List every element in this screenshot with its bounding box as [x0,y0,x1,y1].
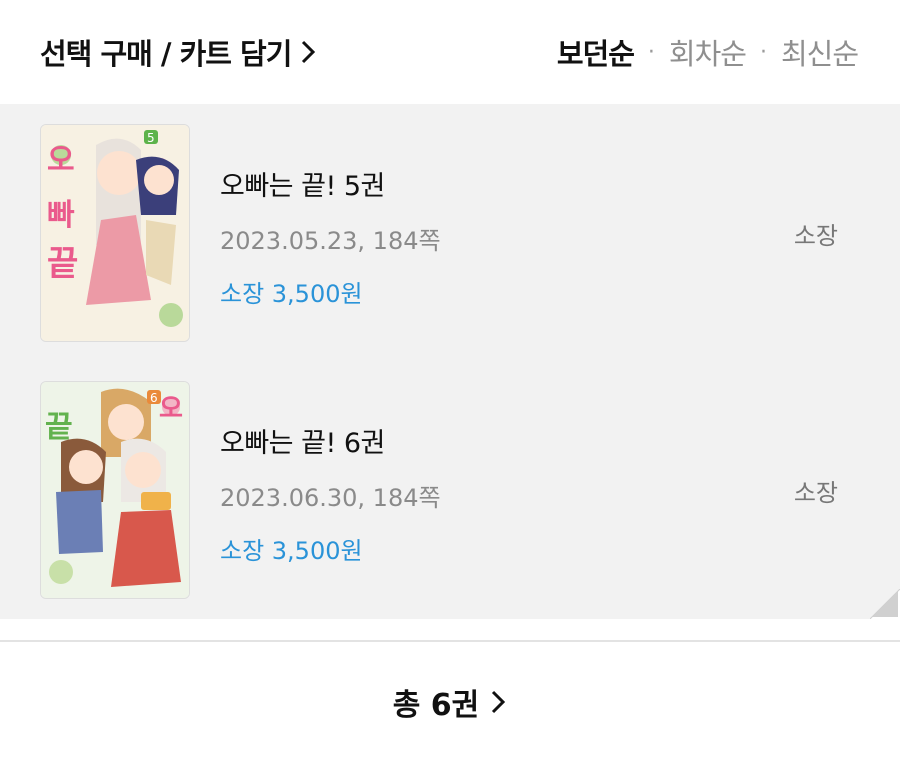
svg-text:오: 오 [159,394,183,424]
svg-text:끝: 끝 [47,244,78,284]
item-meta: 2023.05.23, 184쪽 [220,227,441,255]
divider [0,640,900,642]
sort-separator: · [647,39,655,65]
svg-text:빠: 빠 [47,198,75,233]
item-info: 오빠는 끝! 5권 2023.05.23, 184쪽 소장 3,500원 [220,164,441,309]
cover-volume-number: 5 [147,131,155,145]
book-cover-image: 끝 오 6 [40,381,190,599]
select-purchase-button[interactable]: 선택 구매 / 카트 담기 [40,31,317,73]
total-volumes-button[interactable]: 총 6권 [0,660,900,744]
volume-list: 오 빠 끝 5 오빠는 끝! 5권 2023.05.23, 184쪽 소장 3,… [0,104,900,620]
sort-latest[interactable]: 최신순 [781,31,859,73]
svg-text:끝: 끝 [45,410,73,445]
chevron-right-icon [299,38,317,66]
item-meta: 2023.06.30, 184쪽 [220,484,441,512]
chevron-right-icon [489,688,507,716]
svg-text:오: 오 [47,143,75,178]
sort-options: 보던순 · 회차순 · 최신순 [557,31,859,73]
sort-episode-order[interactable]: 회차순 [669,31,747,73]
item-price: 소장 3,500원 [220,537,363,565]
owned-status: 소장 [793,479,838,507]
sort-recent-viewed[interactable]: 보던순 [557,31,635,73]
book-cover-image: 오 빠 끝 5 [40,124,190,342]
item-title: 오빠는 끝! 6권 [220,428,385,459]
top-bar: 선택 구매 / 카트 담기 보던순 · 회차순 · 최신순 [0,0,900,104]
item-info: 오빠는 끝! 6권 2023.06.30, 184쪽 소장 3,500원 [220,421,441,566]
item-price: 소장 3,500원 [220,280,363,308]
page-fold-icon [869,588,900,620]
item-title: 오빠는 끝! 5권 [220,171,385,202]
sort-separator: · [759,39,767,65]
select-purchase-label: 선택 구매 / 카트 담기 [40,37,292,71]
owned-status: 소장 [793,222,838,250]
cover-volume-number: 6 [150,391,158,405]
list-item[interactable]: 끝 오 6 오빠는 끝! 6권 2023.06.30, 184쪽 소장 3,50… [0,381,900,637]
list-item[interactable]: 오 빠 끝 5 오빠는 끝! 5권 2023.05.23, 184쪽 소장 3,… [0,124,900,380]
total-volumes-label: 총 6권 [392,688,480,723]
